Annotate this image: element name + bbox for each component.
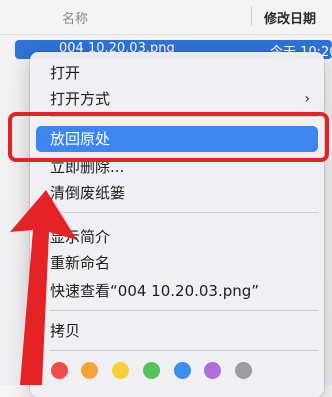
annotation-arrow-shape bbox=[10, 190, 77, 385]
annotation-arrow bbox=[10, 190, 77, 385]
